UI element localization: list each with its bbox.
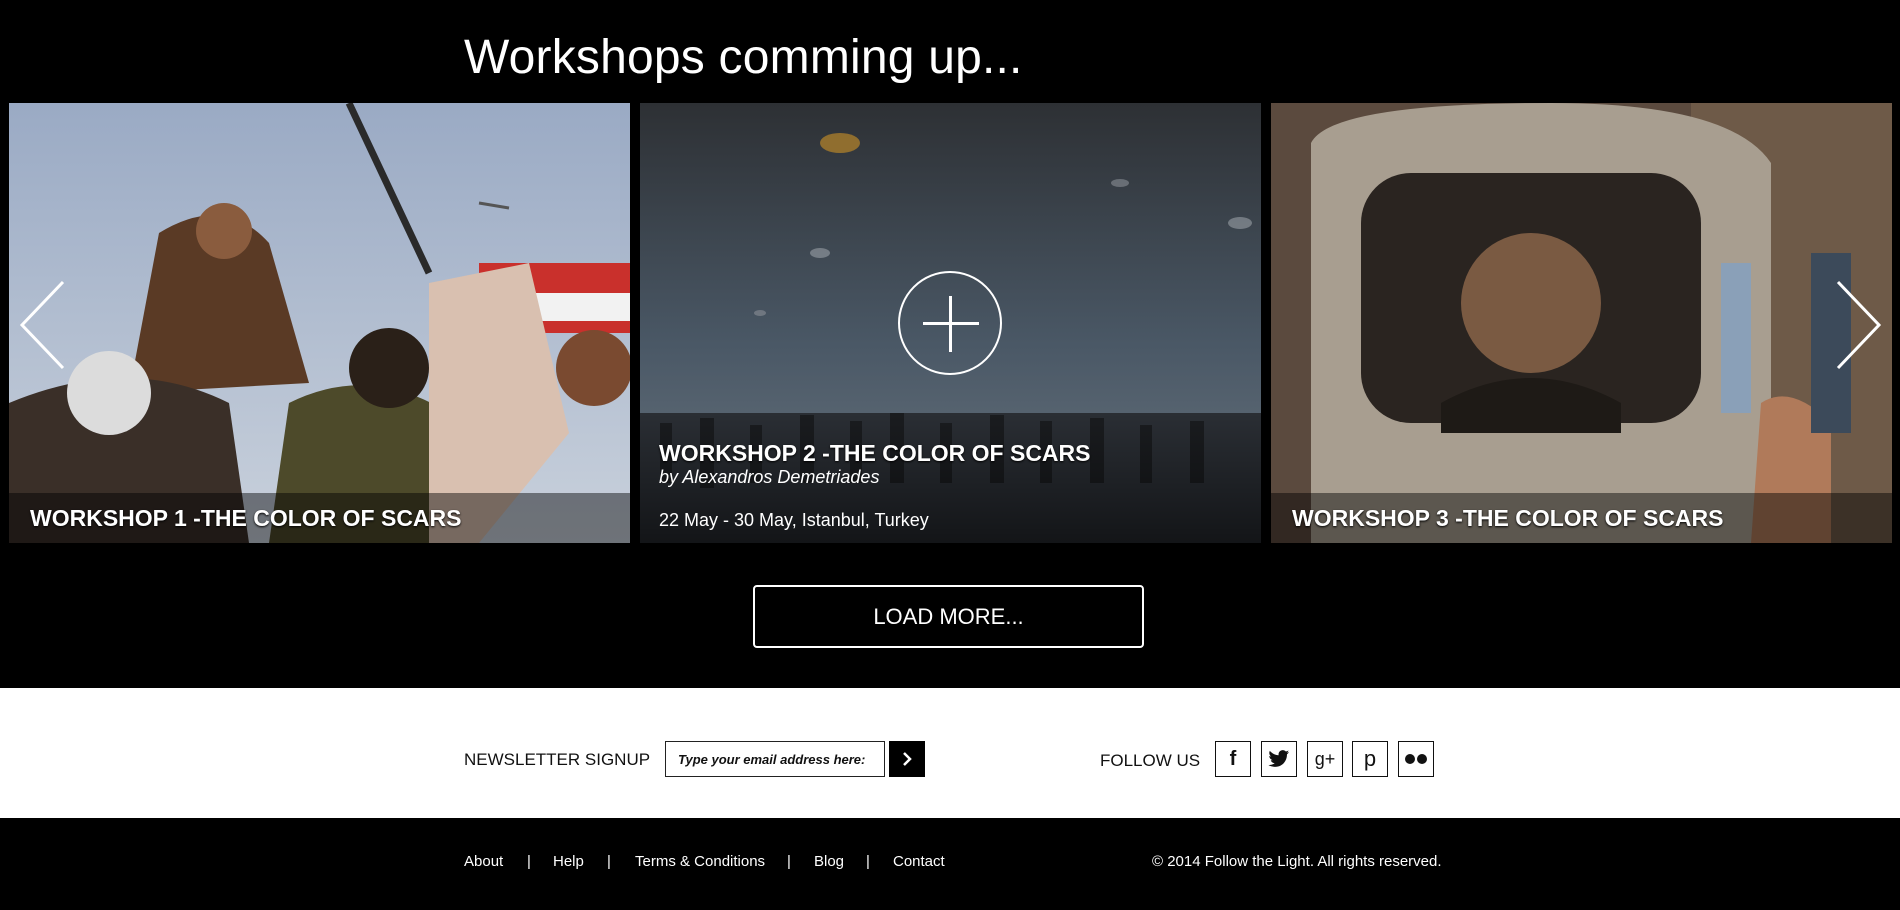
plus-icon[interactable] [898, 271, 1002, 375]
newsletter-submit-button[interactable] [889, 741, 925, 777]
footer-link-help[interactable]: Help [553, 853, 584, 870]
load-more-button[interactable]: LOAD MORE... [753, 585, 1144, 648]
twitter-icon[interactable] [1261, 741, 1297, 777]
footer-link-contact[interactable]: Contact [893, 853, 945, 870]
chevron-left-icon[interactable] [18, 280, 68, 370]
workshop-2-author: by Alexandros Demetriades [659, 467, 880, 487]
flickr-icon[interactable] [1398, 741, 1434, 777]
workshop-3-photo [1271, 103, 1892, 543]
workshop-1-title: WORKSHOP 1 -THE COLOR OF SCARS [30, 505, 462, 531]
workshop-card-2[interactable]: WORKSHOP 2 -THE COLOR OF SCARS by Alexan… [640, 103, 1261, 543]
follow-label: FOLLOW US [1100, 751, 1201, 770]
newsletter-bar: NEWSLETTER SIGNUP FOLLOW US f g+ p [0, 688, 1900, 818]
copyright-text: © 2014 Follow the Light. All rights rese… [1152, 853, 1442, 870]
pinterest-icon[interactable]: p [1352, 741, 1388, 777]
flickr-dots-icon [1405, 754, 1427, 764]
chevron-right-icon [903, 752, 912, 766]
twitter-bird-icon [1268, 750, 1290, 767]
footer-separator: | [607, 853, 611, 870]
workshop-card-1[interactable]: WORKSHOP 1 -THE COLOR OF SCARS [9, 103, 630, 543]
footer-separator: | [527, 853, 531, 870]
workshop-3-title: WORKSHOP 3 -THE COLOR OF SCARS [1292, 505, 1724, 531]
footer-link-terms[interactable]: Terms & Conditions [635, 853, 765, 870]
page-title: Workshops comming up... [464, 31, 1023, 84]
workshop-1-photo [9, 103, 630, 543]
footer-separator: | [866, 853, 870, 870]
footer: About | Help | Terms & Conditions | Blog… [0, 818, 1900, 910]
newsletter-label: NEWSLETTER SIGNUP [464, 750, 651, 769]
chevron-right-icon[interactable] [1833, 280, 1883, 370]
facebook-icon[interactable]: f [1215, 741, 1251, 777]
workshops-section: Workshops comming up... WORKSHOP 1 -THE [0, 0, 1900, 688]
footer-separator: | [787, 853, 791, 870]
google-plus-icon[interactable]: g+ [1307, 741, 1343, 777]
footer-link-blog[interactable]: Blog [814, 853, 844, 870]
email-field[interactable] [665, 741, 885, 777]
workshop-2-title: WORKSHOP 2 -THE COLOR OF SCARS [659, 440, 1091, 466]
workshop-card-3[interactable]: WORKSHOP 3 -THE COLOR OF SCARS [1271, 103, 1892, 543]
footer-link-about[interactable]: About [464, 853, 503, 870]
workshop-2-date: 22 May - 30 May, Istanbul, Turkey [659, 510, 929, 530]
